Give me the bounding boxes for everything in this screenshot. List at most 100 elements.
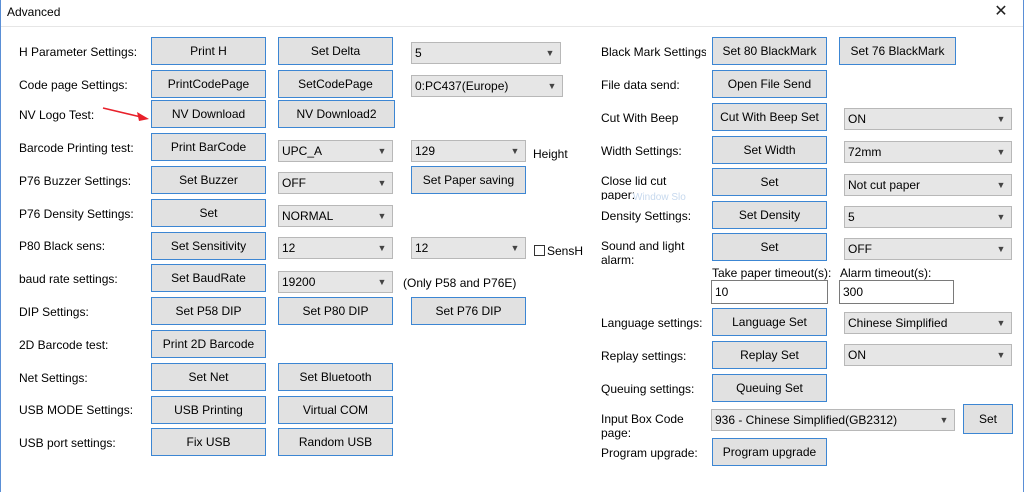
sensh-checkbox[interactable] bbox=[534, 245, 545, 256]
print-h-button[interactable]: Print H bbox=[151, 37, 266, 65]
set-input-box-code-page-button[interactable]: Set bbox=[963, 404, 1013, 434]
set-bluetooth-button[interactable]: Set Bluetooth bbox=[278, 363, 393, 391]
sound-alarm-dropdown[interactable]: OFF ▼ bbox=[844, 238, 1012, 260]
red-arrow-icon bbox=[102, 107, 149, 121]
baud-rate-note: (Only P58 and P76E) bbox=[403, 276, 517, 290]
p76-density-dropdown[interactable]: NORMAL ▼ bbox=[278, 205, 393, 227]
usb-mode-label: USB MODE Settings: bbox=[19, 403, 134, 417]
alarm-timeout-input[interactable]: 300 bbox=[839, 280, 954, 304]
barcode-height-dropdown[interactable]: 129 ▼ bbox=[411, 140, 526, 162]
set-delta-button[interactable]: Set Delta bbox=[278, 37, 393, 65]
set-close-lid-button[interactable]: Set bbox=[712, 168, 827, 196]
language-set-button[interactable]: Language Set bbox=[712, 308, 827, 336]
sound-light-alarm-label: Sound and light alarm: bbox=[601, 239, 685, 267]
fix-usb-button[interactable]: Fix USB bbox=[151, 428, 266, 456]
density-dropdown[interactable]: 5 ▼ bbox=[844, 206, 1012, 228]
set-p76-density-button[interactable]: Set bbox=[151, 199, 266, 227]
chevron-down-icon: ▼ bbox=[996, 244, 1006, 254]
set-density-button[interactable]: Set Density bbox=[712, 201, 827, 229]
code-page-dropdown[interactable]: 0:PC437(Europe) ▼ bbox=[411, 75, 563, 97]
close-icon[interactable]: ✕ bbox=[989, 2, 1013, 22]
alarm-timeout-label: Alarm timeout(s): bbox=[840, 266, 932, 280]
set-width-button[interactable]: Set Width bbox=[712, 136, 827, 164]
barcode-label: Barcode Printing test: bbox=[19, 141, 134, 155]
black-mark-label: Black Mark Settings: bbox=[601, 45, 706, 59]
nv-download2-button[interactable]: NV Download2 bbox=[278, 100, 395, 128]
chevron-down-icon: ▼ bbox=[996, 212, 1006, 222]
take-paper-timeout-input[interactable]: 10 bbox=[711, 280, 828, 304]
set-80-blackmark-button[interactable]: Set 80 BlackMark bbox=[712, 37, 827, 65]
width-dropdown[interactable]: 72mm ▼ bbox=[844, 141, 1012, 163]
chevron-down-icon: ▼ bbox=[996, 147, 1006, 157]
chevron-down-icon: ▼ bbox=[510, 146, 520, 156]
replay-set-button[interactable]: Replay Set bbox=[712, 341, 827, 369]
chevron-down-icon: ▼ bbox=[377, 243, 387, 253]
chevron-down-icon: ▼ bbox=[510, 243, 520, 253]
chevron-down-icon: ▼ bbox=[377, 178, 387, 188]
net-settings-label: Net Settings: bbox=[19, 371, 88, 385]
h-parameter-dropdown[interactable]: 5 ▼ bbox=[411, 42, 561, 64]
height-label: Height bbox=[533, 147, 568, 161]
input-box-code-page-dropdown[interactable]: 936 - Chinese Simplified(GB2312) ▼ bbox=[711, 409, 955, 431]
black-sens-label: P80 Black sens: bbox=[19, 239, 106, 253]
baud-rate-label: baud rate settings: bbox=[19, 272, 118, 286]
p76-density-label: P76 Density Settings: bbox=[19, 207, 134, 221]
language-dropdown[interactable]: Chinese Simplified ▼ bbox=[844, 312, 1012, 334]
set-baud-rate-button[interactable]: Set BaudRate bbox=[151, 264, 266, 292]
set-p58-dip-button[interactable]: Set P58 DIP bbox=[151, 297, 266, 325]
dip-settings-label: DIP Settings: bbox=[19, 305, 89, 319]
cut-with-beep-dropdown[interactable]: ON ▼ bbox=[844, 108, 1012, 130]
set-p80-dip-button[interactable]: Set P80 DIP bbox=[278, 297, 393, 325]
queuing-set-button[interactable]: Queuing Set bbox=[712, 374, 827, 402]
width-settings-label: Width Settings: bbox=[601, 144, 682, 158]
cut-with-beep-set-button[interactable]: Cut With Beep Set bbox=[712, 103, 827, 131]
window-title: Advanced bbox=[7, 5, 61, 19]
chevron-down-icon: ▼ bbox=[545, 48, 555, 58]
chevron-down-icon: ▼ bbox=[939, 415, 949, 425]
set-p76-dip-button[interactable]: Set P76 DIP bbox=[411, 297, 526, 325]
watermark-text: Window Slo bbox=[633, 192, 686, 203]
buzzer-dropdown[interactable]: OFF ▼ bbox=[278, 172, 393, 194]
print-2d-barcode-button[interactable]: Print 2D Barcode bbox=[151, 330, 266, 358]
baud-rate-dropdown[interactable]: 19200 ▼ bbox=[278, 271, 393, 293]
nv-logo-label: NV Logo Test: bbox=[19, 108, 95, 122]
set-76-blackmark-button[interactable]: Set 76 BlackMark bbox=[839, 37, 956, 65]
chevron-down-icon: ▼ bbox=[377, 146, 387, 156]
cut-with-beep-label: Cut With Beep bbox=[601, 111, 679, 125]
chevron-down-icon: ▼ bbox=[377, 211, 387, 221]
title-bar: Advanced ✕ bbox=[1, 0, 1023, 27]
set-sound-alarm-button[interactable]: Set bbox=[712, 233, 827, 261]
set-sensitivity-button[interactable]: Set Sensitivity bbox=[151, 232, 266, 260]
close-lid-dropdown[interactable]: Not cut paper ▼ bbox=[844, 174, 1012, 196]
chevron-down-icon: ▼ bbox=[377, 277, 387, 287]
chevron-down-icon: ▼ bbox=[996, 350, 1006, 360]
usb-port-label: USB port settings: bbox=[19, 436, 116, 450]
replay-dropdown[interactable]: ON ▼ bbox=[844, 344, 1012, 366]
set-paper-saving-button[interactable]: Set Paper saving bbox=[411, 166, 526, 194]
language-settings-label: Language settings: bbox=[601, 316, 703, 330]
set-buzzer-button[interactable]: Set Buzzer bbox=[151, 166, 266, 194]
file-data-send-label: File data send: bbox=[601, 78, 680, 92]
sensitivity-dropdown-2[interactable]: 12 ▼ bbox=[411, 237, 526, 259]
set-code-page-button[interactable]: SetCodePage bbox=[278, 70, 393, 98]
sensitivity-dropdown-1[interactable]: 12 ▼ bbox=[278, 237, 393, 259]
random-usb-button[interactable]: Random USB bbox=[278, 428, 393, 456]
virtual-com-button[interactable]: Virtual COM bbox=[278, 396, 393, 424]
print-code-page-button[interactable]: PrintCodePage bbox=[151, 70, 266, 98]
replay-settings-label: Replay settings: bbox=[601, 349, 687, 363]
chevron-down-icon: ▼ bbox=[547, 81, 557, 91]
queuing-settings-label: Queuing settings: bbox=[601, 382, 695, 396]
density-settings-label: Density Settings: bbox=[601, 209, 692, 223]
barcode-2d-label: 2D Barcode test: bbox=[19, 338, 109, 352]
program-upgrade-button[interactable]: Program upgrade bbox=[712, 438, 827, 466]
open-file-send-button[interactable]: Open File Send bbox=[712, 70, 827, 98]
h-parameter-label: H Parameter Settings: bbox=[19, 45, 138, 59]
usb-printing-button[interactable]: USB Printing bbox=[151, 396, 266, 424]
chevron-down-icon: ▼ bbox=[996, 180, 1006, 190]
set-net-button[interactable]: Set Net bbox=[151, 363, 266, 391]
code-page-label: Code page Settings: bbox=[19, 78, 128, 92]
barcode-type-dropdown[interactable]: UPC_A ▼ bbox=[278, 140, 393, 162]
print-barcode-button[interactable]: Print BarCode bbox=[151, 133, 266, 161]
take-paper-timeout-label: Take paper timeout(s): bbox=[712, 266, 832, 280]
nv-download-button[interactable]: NV Download bbox=[151, 100, 266, 128]
